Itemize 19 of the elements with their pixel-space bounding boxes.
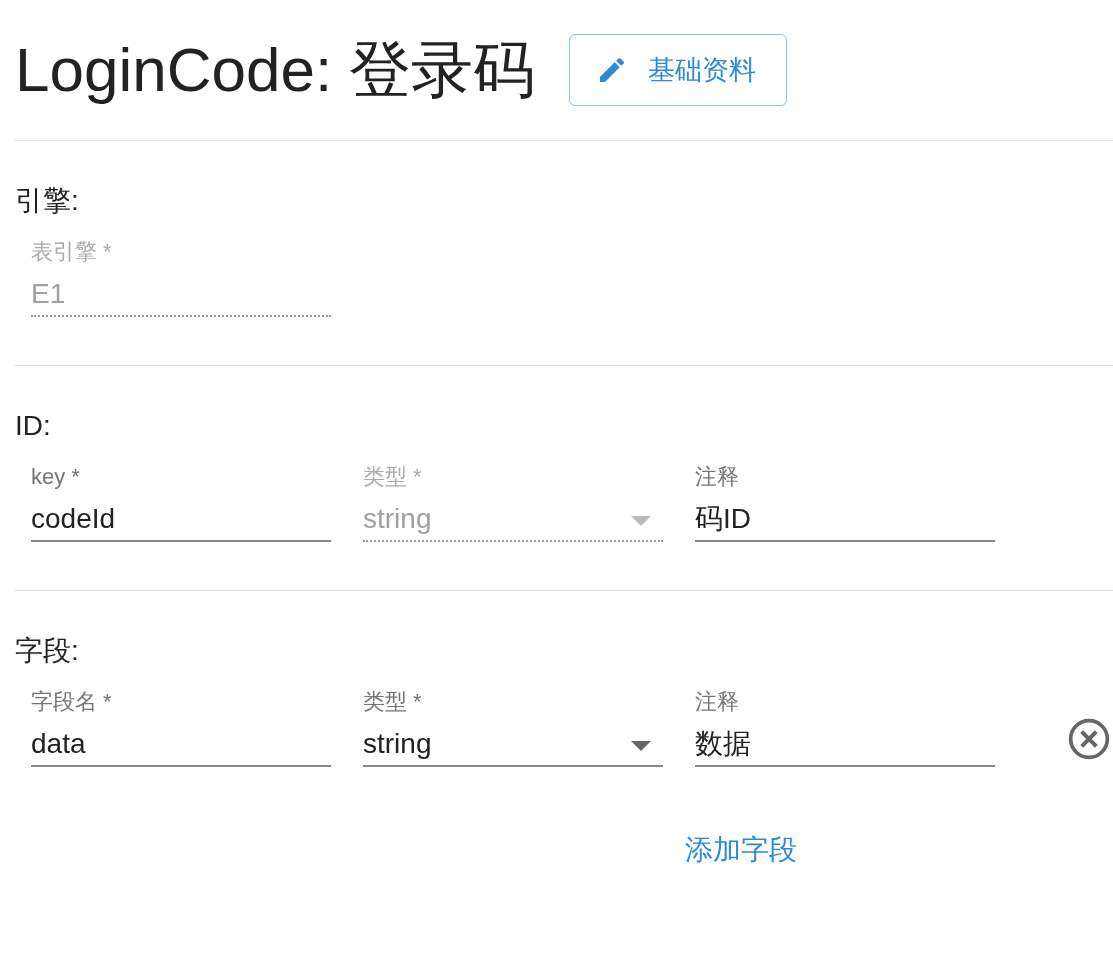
page-title: LoginCode: 登录码 — [15, 34, 536, 106]
field-label: 字段名 * — [31, 689, 113, 715]
field-label: 注释 — [695, 464, 740, 490]
field-label: 表引擎 * — [31, 239, 113, 265]
field-label: 注释 — [695, 689, 740, 715]
input-field[interactable]: data — [31, 723, 331, 767]
input-field[interactable]: codeId — [31, 498, 331, 542]
remove-icon[interactable] — [1067, 717, 1111, 761]
input-field[interactable]: 码ID — [695, 498, 995, 542]
field-label: key * — [31, 464, 81, 490]
field-label: 类型 * — [363, 689, 423, 715]
field-label: 类型 * — [363, 464, 423, 490]
add-field-link[interactable]: 添加字段 — [685, 831, 797, 869]
type-dropdown[interactable]: string — [363, 723, 663, 767]
section-heading: ID: — [15, 409, 52, 443]
input-field[interactable]: 数据 — [695, 723, 995, 767]
section-heading: 引擎: — [15, 184, 80, 218]
edit-button[interactable]: 基础资料 — [569, 34, 788, 106]
section-heading: 字段: — [15, 634, 80, 668]
